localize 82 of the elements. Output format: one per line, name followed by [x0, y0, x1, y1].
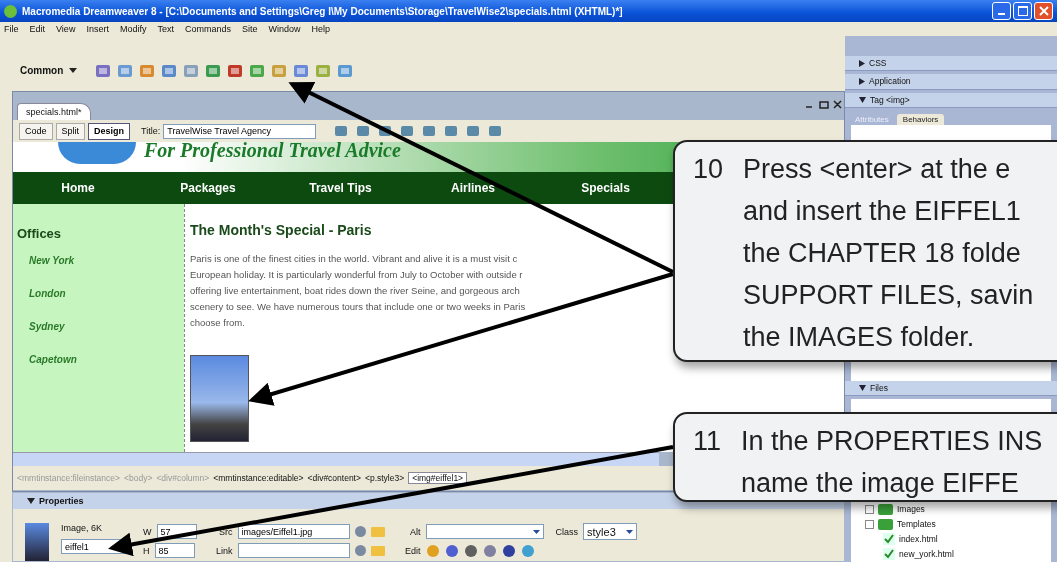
- banner-tagline: For Professional Travel Advice: [144, 142, 401, 163]
- horizontal-scrollbar[interactable]: [13, 452, 659, 467]
- window-controls-icon[interactable]: [804, 100, 844, 111]
- caret-icon: [69, 68, 78, 74]
- nav-link[interactable]: Specials: [581, 181, 630, 196]
- panel-group-header[interactable]: Tag <img>: [845, 92, 1057, 108]
- caret-icon: [625, 529, 633, 534]
- width-label: W: [143, 526, 152, 537]
- insert-category-dropdown[interactable]: Common: [20, 65, 78, 77]
- edit-label: Edit: [404, 545, 421, 556]
- close-button[interactable]: [1034, 2, 1053, 20]
- menu-item[interactable]: Modify: [119, 24, 147, 34]
- page-heading: The Month's Special - Paris: [190, 222, 373, 239]
- image-type-label: Image, 6K: [61, 523, 104, 533]
- file-tree-item[interactable]: index.html: [899, 534, 938, 545]
- sidebar-heading: Offices: [17, 226, 63, 242]
- expand-box-icon[interactable]: [865, 519, 874, 529]
- collapse-triangle-icon: [859, 384, 866, 391]
- menu-item[interactable]: Insert: [86, 24, 109, 34]
- step-number: 11: [693, 425, 722, 458]
- tag-selector-item[interactable]: <p.style3>: [364, 473, 405, 484]
- nav-link[interactable]: Home: [61, 181, 95, 196]
- height-field[interactable]: 85: [154, 543, 195, 558]
- menu-item[interactable]: Text: [157, 24, 174, 34]
- title-label: Title:: [141, 126, 161, 137]
- nav-link[interactable]: Airlines: [451, 181, 495, 196]
- file-tree-item[interactable]: Images: [897, 504, 925, 515]
- tag-selector-item[interactable]: <mmtinstance:editable>: [213, 473, 304, 484]
- app-icon: [4, 4, 17, 18]
- class-dropdown[interactable]: style3: [583, 523, 637, 540]
- panel-title: Properties: [39, 496, 84, 506]
- minimize-button[interactable]: [992, 2, 1011, 20]
- nav-link[interactable]: Travel Tips: [309, 181, 372, 196]
- menu-item[interactable]: View: [56, 24, 76, 34]
- folder-icon: [878, 518, 893, 530]
- sidebar-link[interactable]: Sydney: [29, 321, 184, 333]
- image-thumbnail: [25, 523, 49, 561]
- step-text: In the PROPERTIES INS name the image EIFFE: [741, 425, 1043, 500]
- file-tree-item[interactable]: Templates: [897, 519, 936, 530]
- nav-link[interactable]: Packages: [180, 181, 236, 196]
- sidebar-link[interactable]: London: [29, 288, 184, 300]
- folder-icon: [878, 503, 893, 515]
- class-label: Class: [555, 526, 578, 537]
- photo-placeholder[interactable]: [190, 355, 249, 443]
- close-icon: [1038, 6, 1049, 16]
- page-paragraph: Paris is one of the finest cities in the world. Vibrant and alive it is a must visit c European holiday. It is particularly wonderful from July to October with outside r offering live entertainment, boat rides down the river Seine, and gorgeous arch scenery to see. We have numerous tours that include one or two weeks in Paris choose from.: [190, 252, 526, 331]
- tag-selector-item[interactable]: <img#eiffel1>: [408, 472, 468, 485]
- sidebar-link[interactable]: Capetown: [29, 354, 184, 366]
- menu-item[interactable]: Help: [311, 24, 330, 34]
- maximize-button[interactable]: [1013, 2, 1032, 20]
- panel-group-header[interactable]: CSS: [845, 56, 1057, 72]
- checkmark-file-icon: [883, 548, 895, 561]
- src-field[interactable]: images/Eiffel1.jpg: [237, 524, 350, 539]
- title-field[interactable]: TravelWise Travel Agency: [163, 123, 317, 139]
- view-button[interactable]: Split: [55, 122, 86, 140]
- expand-triangle-icon: [859, 78, 865, 85]
- collapse-triangle-icon: [859, 96, 866, 103]
- checkmark-file-icon: [883, 533, 895, 546]
- sidebar-link[interactable]: New York: [29, 255, 184, 267]
- menu-item[interactable]: Window: [268, 24, 301, 34]
- tag-selector-item[interactable]: <div#content>: [307, 473, 361, 484]
- alt-label: Alt: [409, 526, 421, 537]
- view-button[interactable]: Design: [88, 122, 131, 140]
- menu-item[interactable]: Edit: [29, 24, 46, 34]
- menu-item[interactable]: Site: [241, 24, 258, 34]
- panel-group-header[interactable]: Application: [845, 74, 1057, 90]
- file-tree-item[interactable]: new_york.html: [899, 549, 954, 560]
- document-tab[interactable]: specials.html*: [17, 103, 91, 121]
- link-field[interactable]: [237, 543, 350, 558]
- step-number: 10: [693, 153, 724, 186]
- expand-box-icon[interactable]: [865, 504, 874, 514]
- step-text: Press <enter> at the e and insert the EIFFEL1 the CHAPTER 18 folde SUPPORT FILES, savin the IMAGES folder.: [743, 153, 1034, 354]
- expand-triangle-icon: [859, 59, 865, 67]
- collapse-triangle-icon[interactable]: [27, 498, 35, 504]
- height-label: H: [143, 545, 150, 556]
- menu-item[interactable]: Commands: [184, 24, 231, 34]
- caret-icon: [532, 529, 540, 534]
- panel-tab[interactable]: Behaviors: [896, 114, 945, 126]
- window-title: Macromedia Dreamweaver 8 - [C:\Documents and Settings\Greg I\My Documents\Storage\TravelWise2\specials.html (XHTML)*]: [22, 5, 624, 17]
- link-label: Link: [215, 545, 233, 556]
- view-button[interactable]: Code: [19, 122, 53, 140]
- menu-item[interactable]: File: [4, 24, 19, 34]
